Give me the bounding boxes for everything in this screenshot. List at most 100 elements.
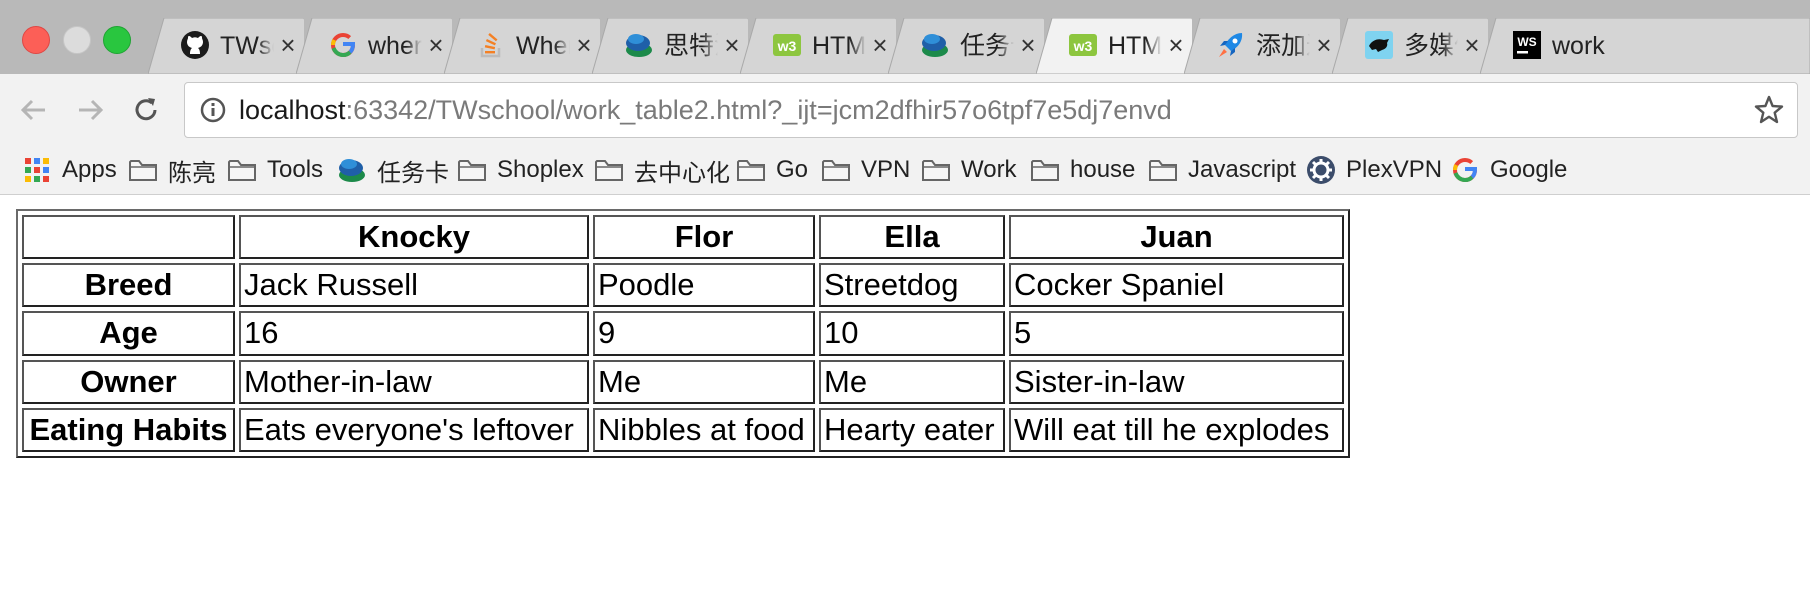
teambition-icon xyxy=(337,155,367,185)
bookmarks-bar: Apps 陈亮 Tools 任务卡 Shoplex 去中心化 Go VPN Wo… xyxy=(0,146,1810,195)
bookmark-label: PlexVPN xyxy=(1346,156,1443,183)
tab-add-return[interactable]: 添加返回 × xyxy=(1184,18,1340,74)
table-cell: Cocker Spaniel xyxy=(1009,263,1344,308)
forward-button[interactable] xyxy=(70,90,110,130)
zoom-window-button[interactable] xyxy=(103,26,131,54)
table-row-header: Breed xyxy=(22,263,235,308)
table-row-header: Age xyxy=(22,311,235,356)
teambition-icon xyxy=(624,30,654,60)
dogs-table: Knocky Flor Ella Juan Breed Jack Russell… xyxy=(16,209,1350,458)
tab-title: 思特沃克 xyxy=(664,31,718,61)
tab-title: where xyxy=(368,31,422,61)
webstorm-icon: WS xyxy=(1512,30,1542,60)
folder-icon xyxy=(821,155,851,185)
tab-title: HTML xyxy=(812,31,866,61)
bookmark-star-icon[interactable] xyxy=(1753,94,1785,126)
table-row: Breed Jack Russell Poodle Streetdog Cock… xyxy=(22,263,1344,308)
bookmark-label: 任务卡 xyxy=(377,159,449,187)
table-row: Age 16 9 10 5 xyxy=(22,311,1344,356)
svg-text:w3: w3 xyxy=(1073,38,1093,54)
table-cell: Hearty eater xyxy=(819,407,1005,452)
bookmark-folder-go[interactable]: Go xyxy=(736,150,808,190)
table-header-row: Knocky Flor Ella Juan xyxy=(22,215,1344,260)
folder-icon xyxy=(1030,155,1060,185)
teambition-icon xyxy=(920,30,950,60)
address-bar[interactable]: localhost:63342/TWschool/work_table2.htm… xyxy=(184,82,1798,138)
back-arrow-icon xyxy=(20,99,45,121)
gear-icon xyxy=(1306,155,1336,185)
bookmark-folder-shoplex[interactable]: Shoplex xyxy=(457,150,584,190)
bookmark-label: Shoplex xyxy=(497,156,584,183)
tab-google-search[interactable]: where × xyxy=(296,18,452,74)
bookmark-folder-vpn[interactable]: VPN xyxy=(821,150,910,190)
bookmark-folder-house[interactable]: house xyxy=(1030,150,1135,190)
info-icon[interactable] xyxy=(199,96,227,124)
svg-text:w3: w3 xyxy=(777,38,797,54)
tab-thoughtworks[interactable]: 思特沃克 × xyxy=(592,18,748,74)
svg-text:WS: WS xyxy=(1517,35,1536,49)
tab-title: TWschool xyxy=(220,31,274,61)
tab-strip: TWschool × where × Where × 思特沃克 × w3 HTM… xyxy=(0,0,1810,74)
bookmark-google[interactable]: Google xyxy=(1450,150,1567,190)
url-text[interactable]: localhost:63342/TWschool/work_table2.htm… xyxy=(239,93,1172,127)
tab-html-w3schools-active[interactable]: w3 HTML × xyxy=(1036,18,1192,74)
bookmark-apps[interactable]: Apps xyxy=(22,150,117,190)
bookmark-task-card[interactable]: 任务卡 xyxy=(337,150,449,190)
github-icon xyxy=(180,30,210,60)
bookmark-label: VPN xyxy=(861,156,911,183)
folder-icon xyxy=(921,155,951,185)
bookmark-label: Work xyxy=(961,156,1017,183)
close-window-button[interactable] xyxy=(22,26,50,54)
bookmark-plexvpn[interactable]: PlexVPN xyxy=(1306,150,1442,190)
table-cell: Mother-in-law xyxy=(239,359,589,404)
tab-title: 任务卡 xyxy=(960,31,1014,61)
table-row-header: Owner xyxy=(22,359,235,404)
bookmark-label: 陈亮 xyxy=(168,159,216,187)
reload-button[interactable] xyxy=(126,90,166,130)
tab-title: Where xyxy=(516,31,570,61)
table-cell: Will eat till he explodes xyxy=(1009,407,1344,452)
minimize-window-button[interactable] xyxy=(63,26,91,54)
table-cell: Me xyxy=(819,359,1005,404)
panther-icon xyxy=(1364,30,1394,60)
tab-title: 多媒体 xyxy=(1404,31,1458,61)
tab-multimedia[interactable]: 多媒体 × xyxy=(1332,18,1488,74)
table-cell: 16 xyxy=(239,311,589,356)
apps-grid-icon xyxy=(22,155,52,185)
bookmark-folder-chenliang[interactable]: 陈亮 xyxy=(128,150,216,190)
folder-icon xyxy=(227,155,257,185)
folder-icon xyxy=(1148,155,1178,185)
table-cell: Streetdog xyxy=(819,263,1005,308)
table-row: Owner Mother-in-law Me Me Sister-in-law xyxy=(22,359,1344,404)
table-column-header: Ella xyxy=(819,215,1005,260)
tab-webstorm[interactable]: WS work xyxy=(1480,18,1810,74)
tab-task-card[interactable]: 任务卡 × xyxy=(888,18,1044,74)
tab-title: work xyxy=(1552,31,1632,61)
tab-twschool[interactable]: TWschool × xyxy=(148,18,304,74)
rocket-icon xyxy=(1216,30,1246,60)
bookmark-folder-tools[interactable]: Tools xyxy=(227,150,323,190)
google-icon xyxy=(328,30,358,60)
browser-toolbar: localhost:63342/TWschool/work_table2.htm… xyxy=(0,74,1810,146)
tab-title: HTML xyxy=(1108,31,1162,61)
table-cell: Sister-in-law xyxy=(1009,359,1344,404)
bookmark-folder-javascript[interactable]: Javascript xyxy=(1148,150,1296,190)
bookmark-folder-decentralized[interactable]: 去中心化 xyxy=(594,150,730,190)
bookmark-label: Google xyxy=(1490,156,1568,183)
tab-stackoverflow[interactable]: Where × xyxy=(444,18,600,74)
tab-html-w3schools[interactable]: w3 HTML × xyxy=(740,18,896,74)
bookmark-label: Javascript xyxy=(1188,156,1297,183)
w3schools-icon: w3 xyxy=(772,30,802,60)
bookmark-folder-work[interactable]: Work xyxy=(921,150,1017,190)
url-path: :63342/TWschool/work_table2.html?_ijt=jc… xyxy=(345,95,1172,125)
folder-icon xyxy=(457,155,487,185)
stackoverflow-icon xyxy=(476,30,506,60)
table-column-header: Juan xyxy=(1009,215,1344,260)
table-cell: 10 xyxy=(819,311,1005,356)
folder-icon xyxy=(594,155,624,185)
back-button[interactable] xyxy=(14,90,54,130)
folder-icon xyxy=(736,155,766,185)
w3schools-icon: w3 xyxy=(1068,30,1098,60)
bookmark-label: Go xyxy=(776,156,809,183)
folder-icon xyxy=(128,155,158,185)
